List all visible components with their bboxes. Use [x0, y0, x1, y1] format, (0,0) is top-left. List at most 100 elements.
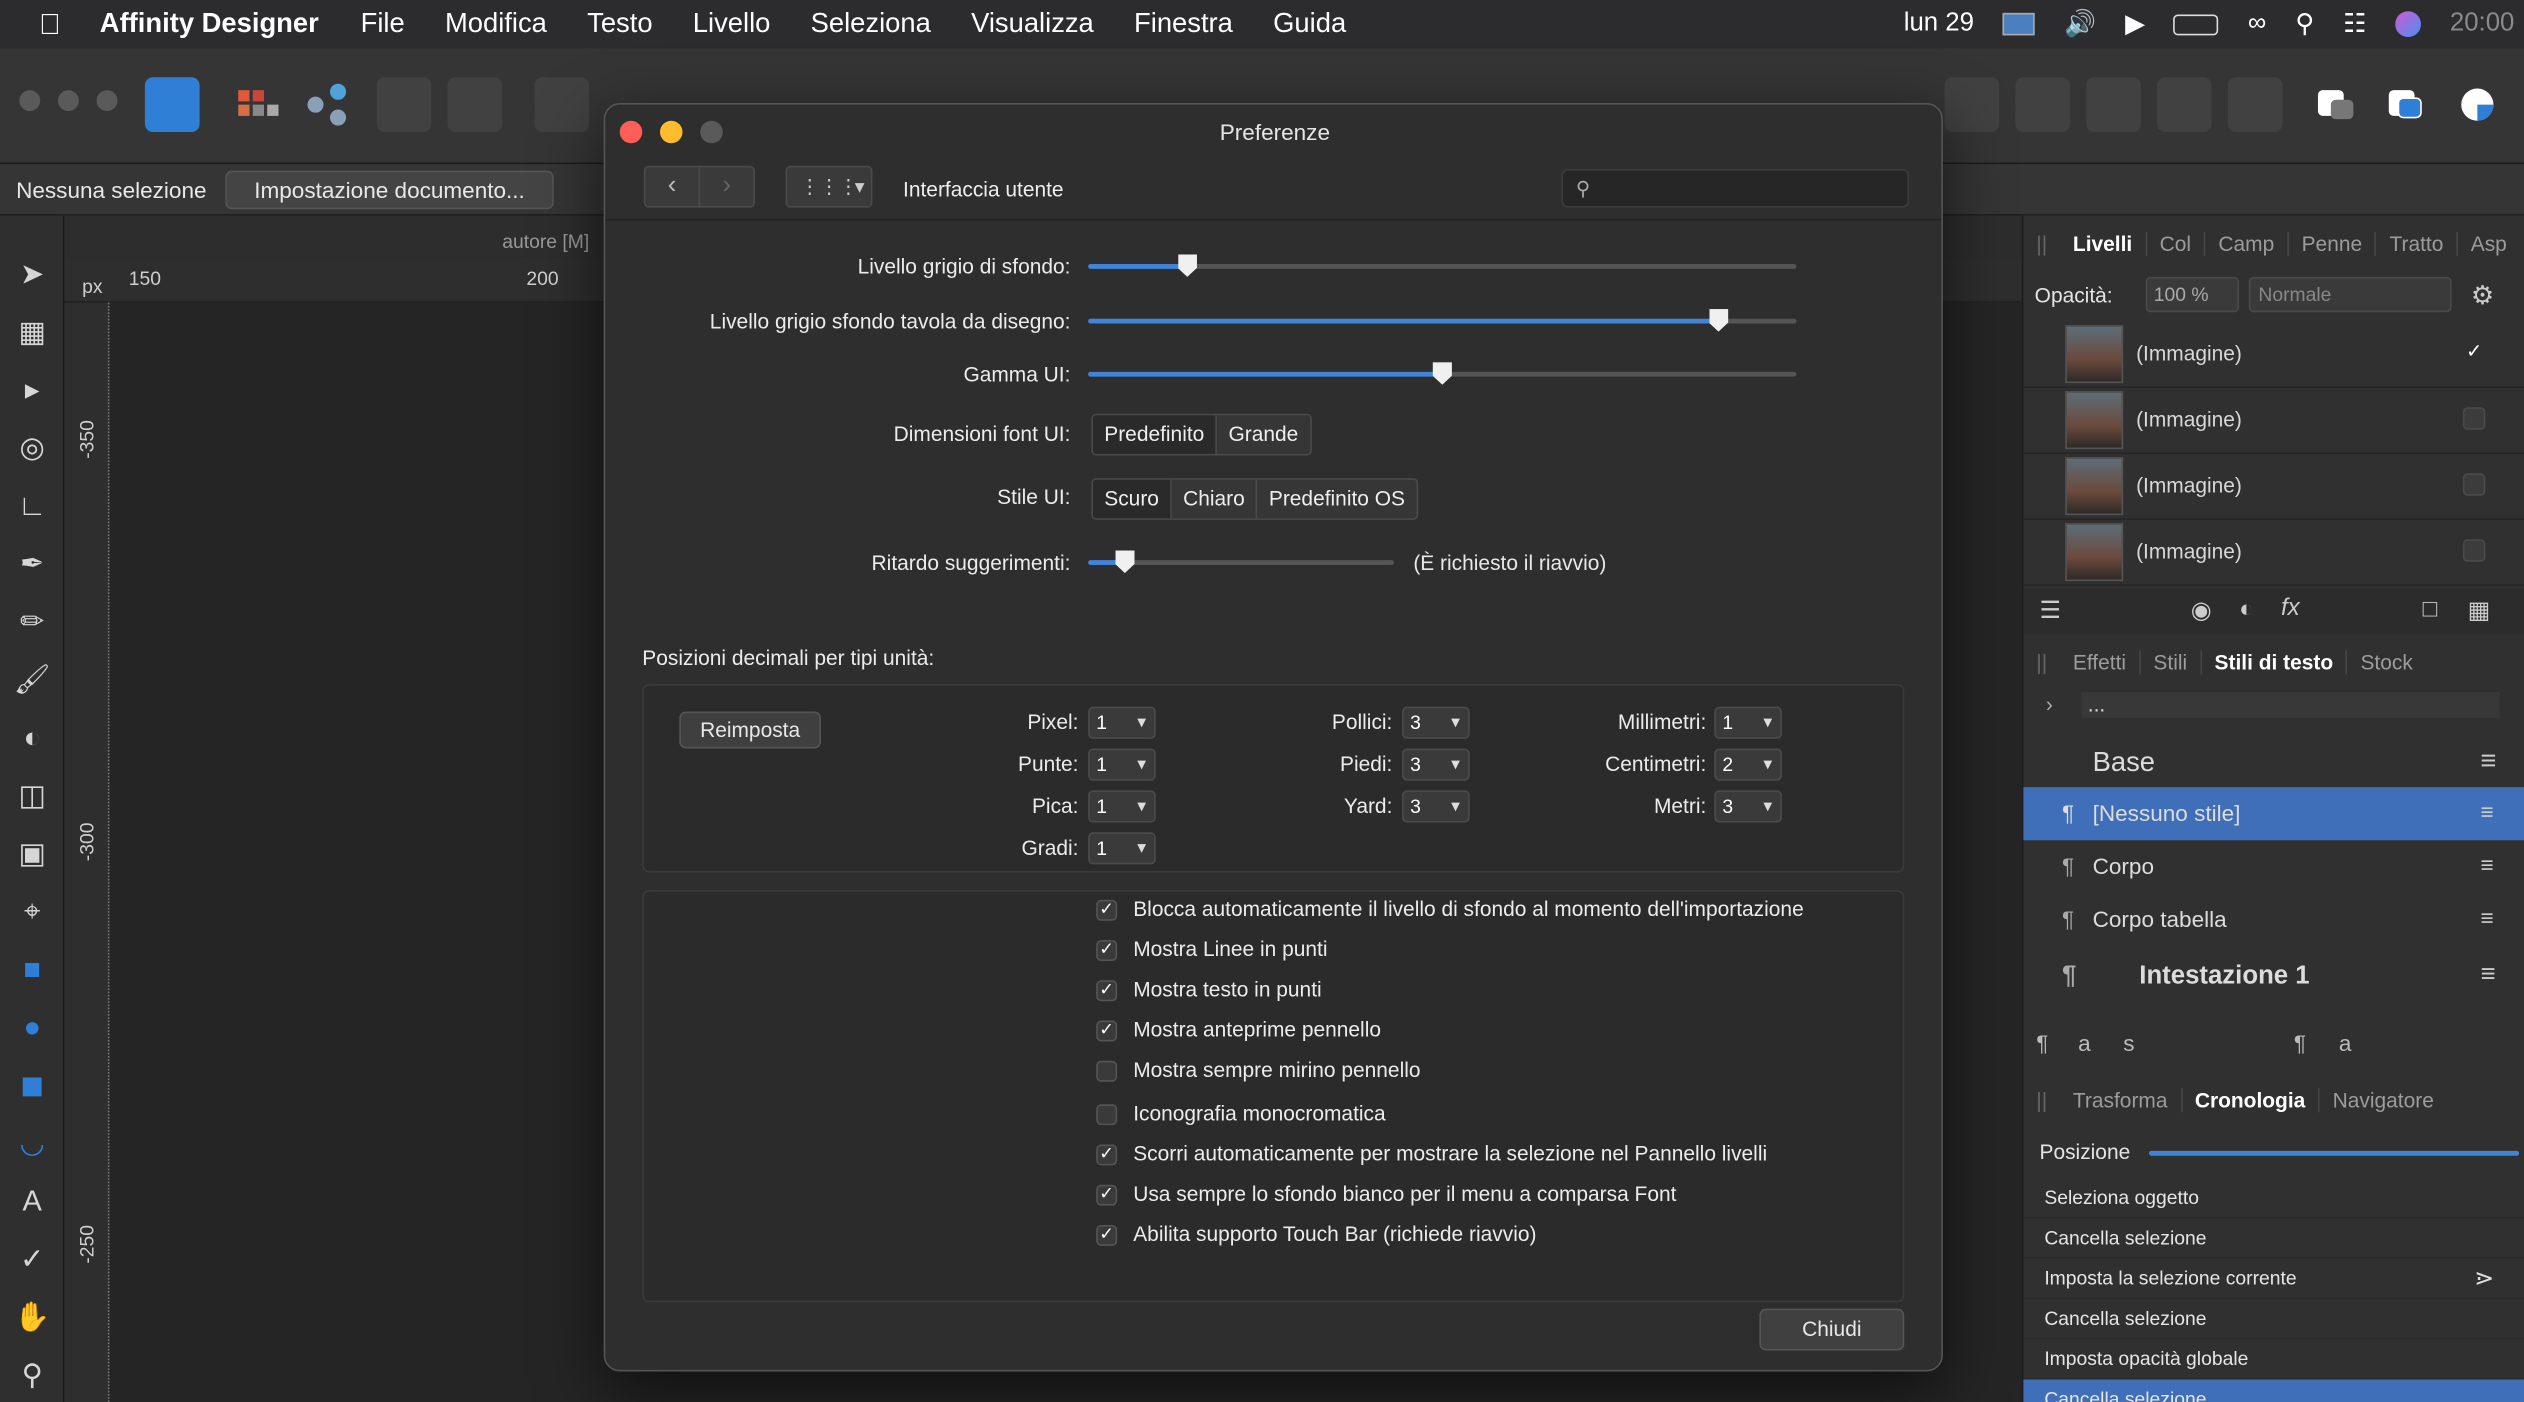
- menu-modifica[interactable]: Modifica: [445, 8, 547, 40]
- chevron-right-icon[interactable]: ›: [2046, 692, 2053, 716]
- ui-style-dark-option[interactable]: Scuro: [1092, 479, 1172, 519]
- battery-icon[interactable]: [2173, 13, 2219, 35]
- node-tool-icon[interactable]: ▸: [13, 370, 52, 409]
- designer-persona-icon[interactable]: [144, 77, 200, 132]
- history-item[interactable]: Seleziona oggetto: [2023, 1178, 2524, 1219]
- unit-select[interactable]: 3: [1402, 748, 1470, 781]
- search-input[interactable]: ⚲: [1561, 169, 1910, 208]
- new-paragraph-style-icon[interactable]: ¶: [2036, 1030, 2048, 1056]
- bg-gray-slider[interactable]: [1088, 254, 1797, 277]
- history-position-slider[interactable]: [2148, 1150, 2520, 1156]
- tooltip-delay-slider[interactable]: [1088, 550, 1395, 574]
- history-item[interactable]: Cancella selezione: [2023, 1219, 2524, 1259]
- move-tool-icon[interactable]: ➤: [13, 254, 52, 293]
- clock-label[interactable]: 20:00: [2450, 10, 2514, 39]
- tab-tratto[interactable]: Tratto: [2377, 230, 2458, 256]
- option-checkbox[interactable]: [1096, 1060, 1118, 1082]
- eyedropper-tool-icon[interactable]: ✓: [13, 1239, 52, 1278]
- snapping-grid-icon[interactable]: [534, 77, 590, 132]
- gear-icon[interactable]: ⚙: [2471, 280, 2494, 312]
- style-row[interactable]: ¶ Corpo ≡: [2023, 840, 2524, 893]
- new-group-style-icon[interactable]: s: [2123, 1030, 2134, 1056]
- color-wheel-icon[interactable]: [2450, 77, 2505, 132]
- tab-aspetto[interactable]: Asp: [2458, 231, 2520, 255]
- control-center-icon[interactable]: ☷: [2343, 8, 2366, 40]
- document-tab-label[interactable]: autore [M]: [502, 230, 589, 253]
- ui-style-light-option[interactable]: Chiaro: [1172, 479, 1258, 519]
- tab-trasforma[interactable]: Trasforma: [2060, 1087, 2182, 1112]
- slider-knob[interactable]: [1177, 254, 1197, 277]
- layers-stack-icon[interactable]: ☰: [2039, 596, 2061, 624]
- menu-finestra[interactable]: Finestra: [1134, 8, 1233, 40]
- export-persona-icon[interactable]: [299, 77, 354, 132]
- assistant-icon[interactable]: [447, 77, 503, 132]
- tab-stili[interactable]: Stili: [2141, 649, 2202, 674]
- menu-seleziona[interactable]: Seleziona: [811, 8, 931, 40]
- new-char-style-icon[interactable]: a: [2078, 1030, 2091, 1056]
- visibility-checkbox[interactable]: [2462, 473, 2486, 496]
- xor-icon[interactable]: [2156, 77, 2212, 132]
- slider-knob[interactable]: [1432, 362, 1452, 385]
- style-menu-icon[interactable]: ≡: [2481, 798, 2494, 824]
- intersect-icon[interactable]: [2086, 77, 2141, 132]
- tab-campioni[interactable]: Camp: [2206, 230, 2289, 256]
- menu-file[interactable]: File: [361, 8, 405, 40]
- visibility-checkbox[interactable]: ✓: [2463, 341, 2486, 364]
- transparency-tool-icon[interactable]: ◫: [13, 776, 52, 815]
- artboard-gray-slider[interactable]: [1088, 309, 1797, 332]
- unit-select[interactable]: 1: [1088, 790, 1156, 823]
- app-name-menu[interactable]: Affinity Designer: [100, 8, 319, 40]
- layer-row[interactable]: (Immagine): [2023, 388, 2524, 454]
- grid-view-button[interactable]: ⋮⋮⋮ ▾: [785, 165, 873, 208]
- style-filter-row[interactable]: › ...: [2039, 692, 2506, 721]
- window-zoom-button[interactable]: [96, 90, 118, 112]
- unit-select[interactable]: 3: [1402, 706, 1470, 739]
- layer-row[interactable]: (Immagine) ✓: [2023, 322, 2524, 388]
- tab-cronologia[interactable]: Cronologia: [2182, 1087, 2320, 1112]
- pen-tool-icon[interactable]: ✒: [13, 544, 52, 583]
- unit-select[interactable]: 1: [1088, 832, 1156, 865]
- date-label[interactable]: lun 29: [1904, 10, 1974, 39]
- history-item[interactable]: Cancella selezione: [2023, 1299, 2524, 1340]
- menu-testo[interactable]: Testo: [587, 8, 652, 40]
- arrange-back-icon[interactable]: [2379, 77, 2434, 132]
- volume-icon[interactable]: 🔊: [2064, 8, 2096, 40]
- unit-select[interactable]: 1: [1714, 706, 1782, 739]
- share-icon[interactable]: [376, 77, 432, 132]
- font-size-large-option[interactable]: Grande: [1217, 415, 1309, 454]
- shape-tool-icon[interactable]: ◡: [13, 1124, 52, 1163]
- rounded-rect-tool-icon[interactable]: ◼: [13, 1066, 52, 1105]
- play-icon[interactable]: ▶: [2125, 8, 2145, 40]
- unit-select[interactable]: 2: [1714, 748, 1782, 781]
- tab-penne[interactable]: Penne: [2289, 230, 2377, 256]
- option-checkbox[interactable]: ✓: [1096, 1144, 1118, 1166]
- menu-visualizza[interactable]: Visualizza: [971, 8, 1094, 40]
- branch-icon[interactable]: ⋗: [2474, 1259, 2494, 1299]
- option-checkbox[interactable]: ✓: [1096, 980, 1118, 1002]
- ui-style-os-option[interactable]: Predefinito OS: [1258, 480, 1417, 519]
- style-menu-icon[interactable]: ≡: [2481, 745, 2497, 777]
- search-icon[interactable]: ⚲: [2295, 8, 2314, 40]
- slider-knob[interactable]: [1115, 550, 1135, 574]
- unit-select[interactable]: 3: [1402, 790, 1470, 823]
- gamma-slider[interactable]: [1088, 362, 1797, 385]
- pixel-persona-icon[interactable]: [229, 77, 284, 132]
- menu-guida[interactable]: Guida: [1273, 8, 1346, 40]
- style-row[interactable]: ¶ Intestazione 1 ≡: [2023, 950, 2524, 1003]
- hand-tool-icon[interactable]: ✋: [13, 1297, 52, 1336]
- window-close-button[interactable]: [19, 90, 41, 112]
- close-button[interactable]: Chiudi: [1759, 1308, 1905, 1351]
- style-menu-icon[interactable]: ≡: [2481, 905, 2494, 931]
- back-button[interactable]: ‹: [643, 165, 701, 208]
- option-checkbox[interactable]: ✓: [1096, 1184, 1118, 1206]
- artboard-tool-icon[interactable]: ▦: [13, 312, 52, 351]
- document-setup-button[interactable]: Impostazione documento...: [225, 170, 554, 210]
- tab-stock[interactable]: Stock: [2348, 650, 2426, 674]
- apple-icon[interactable]: : [0, 7, 100, 41]
- reset-button[interactable]: Reimposta: [679, 711, 821, 749]
- tab-livelli[interactable]: Livelli: [2060, 230, 2147, 256]
- zoom-tool-icon[interactable]: ⚲: [13, 1355, 52, 1394]
- corner-tool-icon[interactable]: ∟: [13, 486, 52, 525]
- display-icon[interactable]: [2002, 12, 2036, 36]
- arrange-front-icon[interactable]: [2308, 77, 2363, 132]
